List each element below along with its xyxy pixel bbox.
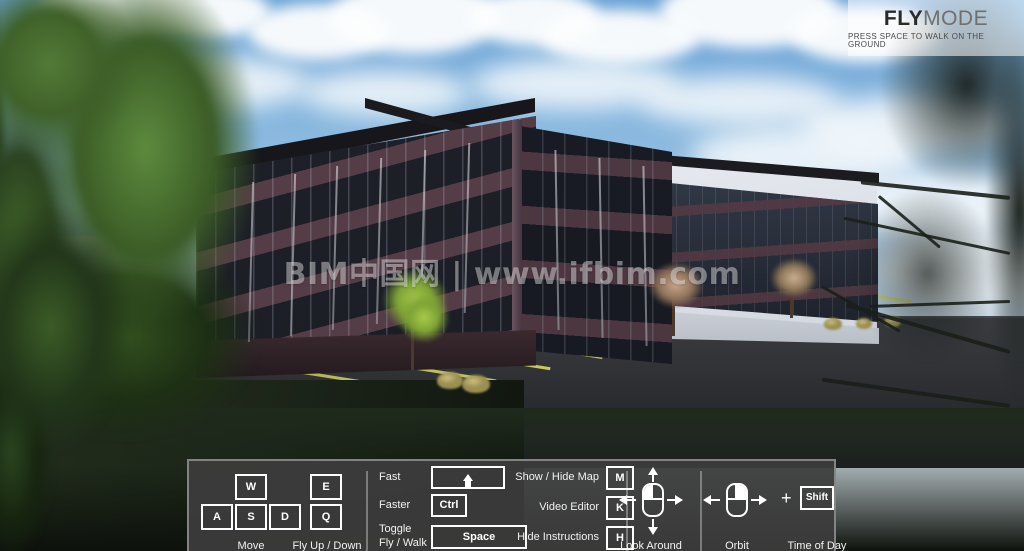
- mouse-left-button: [644, 485, 653, 498]
- arrow-right-stem: [751, 499, 760, 501]
- caption-time-of-day: Time of Day: [787, 540, 847, 551]
- key-s[interactable]: S: [235, 504, 267, 530]
- viewport-3d[interactable]: BIM中国网 | www.ifbim.com FLYMODE PRESS SPA…: [0, 0, 1024, 551]
- mouse-icon-orbit[interactable]: [726, 483, 748, 517]
- arrow-left-stem: [627, 499, 636, 501]
- arrow-right-icon: [675, 495, 683, 505]
- shift-arrow-icon: [463, 474, 473, 488]
- label-video-editor: Video Editor: [539, 501, 599, 513]
- mouse-button-separator: [644, 498, 662, 500]
- caption-fly-up-down: Fly Up / Down: [292, 540, 362, 551]
- key-ctrl[interactable]: Ctrl: [431, 494, 467, 517]
- mouse-right-button: [653, 485, 662, 498]
- label-toggle-line2: Fly / Walk: [379, 537, 427, 549]
- label-hide-instructions: Hide Instructions: [517, 531, 599, 543]
- label-show-hide-map: Show / Hide Map: [515, 471, 599, 483]
- arrow-down-stem: [652, 519, 654, 527]
- panel-divider-3: [700, 471, 702, 551]
- label-fast: Fast: [379, 471, 401, 483]
- mouse-right-button: [737, 485, 746, 498]
- corner-column: [512, 120, 522, 366]
- plus-symbol: +: [781, 488, 792, 508]
- key-w[interactable]: W: [235, 474, 267, 500]
- fly-mode-title-light: MODE: [923, 6, 989, 30]
- tree-left-lower: [0, 200, 200, 551]
- key-m[interactable]: M: [606, 466, 634, 490]
- arrow-left-stem: [711, 499, 720, 501]
- label-toggle-line1: Toggle: [379, 523, 412, 535]
- arrow-right-icon: [759, 495, 767, 505]
- fly-mode-badge: FLYMODE PRESS SPACE TO WALK ON THE GROUN…: [848, 0, 1024, 56]
- tree-right-canopy: [824, 0, 1024, 400]
- key-a[interactable]: A: [201, 504, 233, 530]
- fly-mode-title-bold: FLY: [883, 6, 924, 30]
- key-shift[interactable]: Shift: [800, 486, 834, 510]
- arrow-left-icon: [619, 495, 627, 505]
- mouse-left-button: [728, 485, 737, 498]
- facade-right-glazing: [520, 126, 672, 364]
- caption-look-around: Look Around: [620, 540, 682, 551]
- key-e[interactable]: E: [310, 474, 342, 500]
- arrow-left-icon: [703, 495, 711, 505]
- label-faster: Faster: [379, 499, 411, 511]
- arrow-down-icon: [648, 527, 658, 535]
- fly-mode-title: FLYMODE: [884, 8, 988, 29]
- arrow-right-stem: [667, 499, 676, 501]
- mouse-icon-look-around[interactable]: [642, 483, 664, 517]
- fly-mode-subtitle: PRESS SPACE TO WALK ON THE GROUND: [848, 31, 985, 49]
- arrow-up-stem: [652, 474, 654, 482]
- caption-orbit: Orbit: [725, 540, 749, 551]
- key-shift-fast[interactable]: [431, 466, 505, 489]
- panel-divider-1: [366, 471, 368, 551]
- key-q[interactable]: Q: [310, 504, 342, 530]
- controls-panel: W A S D Move E Q Fly Up / Down Fast Fast…: [187, 459, 846, 551]
- mouse-button-separator: [728, 498, 746, 500]
- key-d[interactable]: D: [269, 504, 301, 530]
